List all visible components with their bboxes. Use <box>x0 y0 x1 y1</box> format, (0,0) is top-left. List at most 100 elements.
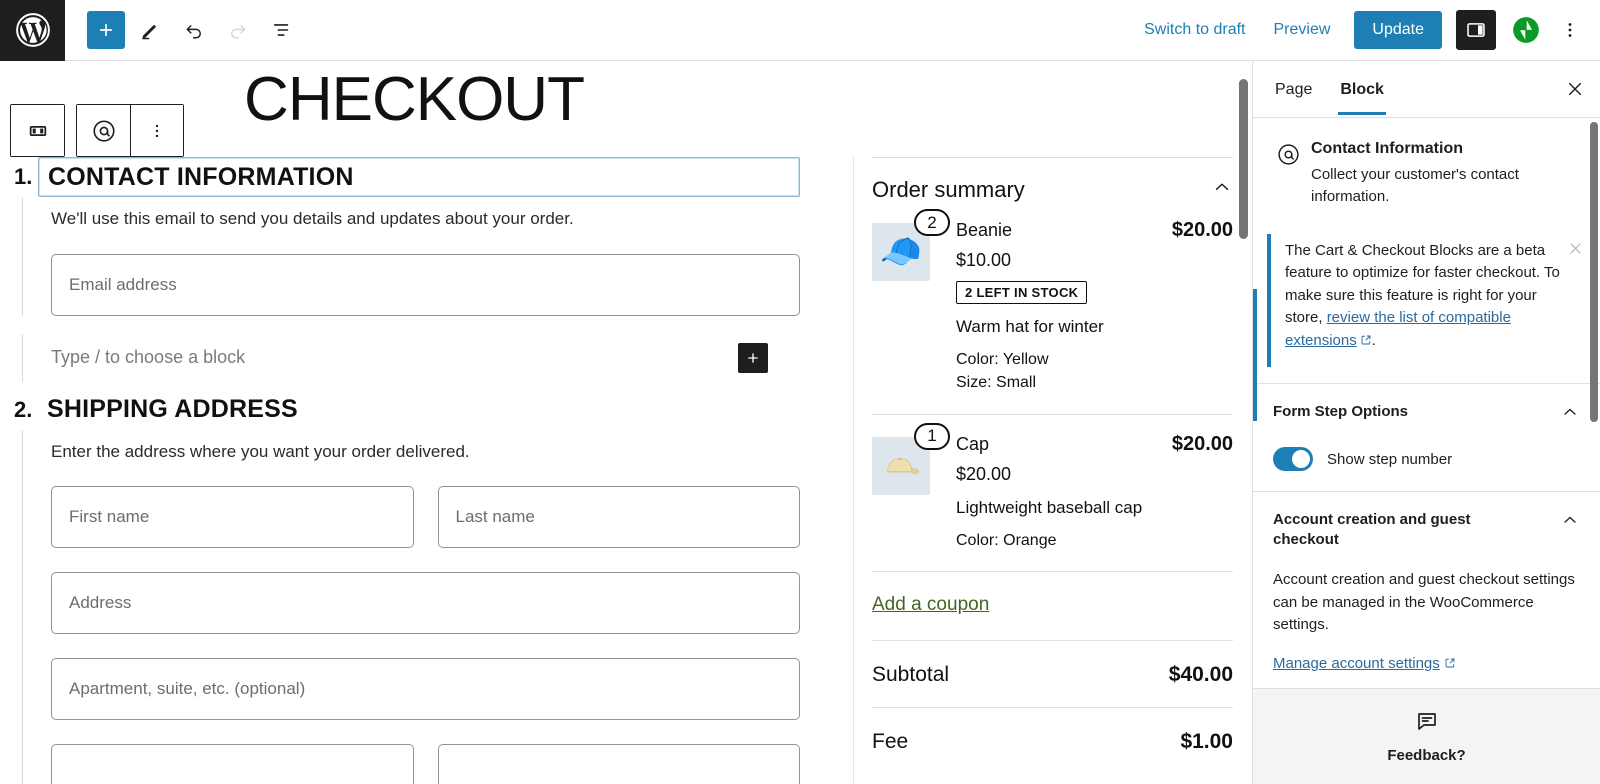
columns-block-icon[interactable] <box>11 105 64 156</box>
settings-sidebar: Page Block Contact Information Collect y… <box>1252 61 1600 784</box>
feedback-button[interactable]: Feedback? <box>1253 688 1600 784</box>
jetpack-logo-icon[interactable] <box>1512 16 1540 44</box>
update-button[interactable]: Update <box>1354 11 1442 49</box>
state-field[interactable] <box>438 744 801 784</box>
toggle-knob <box>1292 450 1310 468</box>
last-name-field[interactable]: Last name <box>438 486 801 548</box>
list-view-button[interactable] <box>263 11 301 49</box>
sidebar-tabs: Page Block <box>1253 61 1600 118</box>
city-state-field-row <box>51 744 800 784</box>
editor-top-bar: Switch to draft Preview Update <box>0 0 1600 61</box>
editor-canvas: CHECKOUT <box>0 61 1252 784</box>
top-bar-actions: Switch to draft Preview Update <box>1130 10 1600 50</box>
tab-block[interactable]: Block <box>1326 63 1398 115</box>
total-value: $40.00 <box>1169 663 1233 687</box>
chevron-up-icon[interactable] <box>1560 402 1580 427</box>
item-description: Warm hat for winter <box>956 315 1233 339</box>
block-options-icon[interactable] <box>130 105 183 156</box>
tab-page[interactable]: Page <box>1261 63 1326 115</box>
item-variations: Color: Orange <box>956 530 1233 552</box>
checkout-form-column: 1. CONTACT INFORMATION We'll use this em… <box>0 157 800 784</box>
show-step-number-label: Show step number <box>1313 451 1452 468</box>
item-quantity-badge: 1 <box>914 423 950 450</box>
sidebar-scrollbar[interactable] <box>1590 122 1598 422</box>
step-description: Enter the address where you want your or… <box>51 440 800 465</box>
panel-title: Form Step Options <box>1273 402 1408 422</box>
at-sign-icon[interactable] <box>77 105 130 156</box>
tools-edit-button[interactable] <box>131 11 169 49</box>
panel-header[interactable]: Form Step Options <box>1273 402 1580 427</box>
feedback-comment-icon <box>1415 709 1439 738</box>
wordpress-logo-icon[interactable] <box>0 0 65 61</box>
last-name-placeholder: Last name <box>456 507 535 527</box>
item-name[interactable]: Beanie <box>956 220 1172 241</box>
external-link-icon <box>1357 331 1372 354</box>
email-field[interactable]: Email address <box>51 254 800 316</box>
redo-button[interactable] <box>219 11 257 49</box>
apartment-placeholder: Apartment, suite, etc. (optional) <box>69 679 305 699</box>
block-appender-placeholder: Type / to choose a block <box>51 347 738 368</box>
address-field[interactable]: Address <box>51 572 800 634</box>
dismiss-notice-button[interactable] <box>1567 240 1584 262</box>
beta-notice-text: The Cart & Checkout Blocks are a beta fe… <box>1285 240 1578 354</box>
block-toolbar-parent-group <box>10 104 65 157</box>
order-summary-item: 1 Cap $20.00 $20.00 Lightweight b <box>872 415 1233 567</box>
at-sign-icon <box>1273 140 1303 208</box>
order-total-row-subtotal: Subtotal $40.00 <box>872 640 1233 707</box>
step-title-shipping-address[interactable]: SHIPPING ADDRESS <box>38 390 800 429</box>
canvas-scrollbar[interactable] <box>1239 79 1248 239</box>
total-label: Subtotal <box>872 663 949 687</box>
total-label: Fee <box>872 730 908 754</box>
order-summary-column: Order summary 2 🧢 Beanie $20.00 $10.00 <box>853 157 1251 784</box>
item-line-total: $20.00 <box>1172 219 1233 242</box>
chevron-up-icon[interactable] <box>1211 176 1233 203</box>
step-title-contact-information[interactable]: CONTACT INFORMATION <box>38 157 800 198</box>
first-name-placeholder: First name <box>69 507 149 527</box>
city-field[interactable] <box>51 744 414 784</box>
beta-feature-notice: The Cart & Checkout Blocks are a beta fe… <box>1267 234 1586 368</box>
item-name[interactable]: Cap <box>956 434 1172 455</box>
first-name-field[interactable]: First name <box>51 486 414 548</box>
item-unit-price: $10.00 <box>956 250 1233 271</box>
block-card-description: Collect your customer's contact informat… <box>1311 164 1580 208</box>
coupon-row: Add a coupon <box>872 572 1233 640</box>
total-value: $1.00 <box>1180 730 1233 754</box>
order-total-row-fee: Fee $1.00 <box>872 707 1233 774</box>
panel-account-creation: Account creation and guest checkout Acco… <box>1253 491 1600 688</box>
sidebar-scroll-area: Contact Information Collect your custome… <box>1253 118 1600 688</box>
panel-body-text: Account creation and guest checkout sett… <box>1273 569 1580 637</box>
step-body: We'll use this email to send you details… <box>22 197 800 316</box>
beta-notice-text-after: . <box>1372 332 1376 349</box>
more-options-button[interactable] <box>1554 11 1586 49</box>
apartment-field[interactable]: Apartment, suite, etc. (optional) <box>51 658 800 720</box>
item-unit-price: $20.00 <box>956 464 1233 485</box>
stock-badge: 2 LEFT IN STOCK <box>956 281 1087 304</box>
panel-title: Account creation and guest checkout <box>1273 510 1508 549</box>
show-step-number-row: Show step number <box>1273 447 1580 471</box>
item-description: Lightweight baseball cap <box>956 496 1233 520</box>
block-appender[interactable]: Type / to choose a block <box>22 334 800 382</box>
block-appender-plus-icon[interactable] <box>738 343 768 373</box>
block-inserter-button[interactable] <box>87 11 125 49</box>
preview-button[interactable]: Preview <box>1260 13 1345 47</box>
name-field-row: First name Last name <box>51 486 800 572</box>
order-summary-item: 2 🧢 Beanie $20.00 $10.00 2 LEFT IN STOCK… <box>872 209 1233 410</box>
manage-account-settings-link[interactable]: Manage account settings <box>1273 655 1456 673</box>
chevron-up-icon[interactable] <box>1560 510 1580 535</box>
show-step-number-toggle[interactable] <box>1273 447 1313 471</box>
block-toolbar <box>10 104 184 157</box>
add-coupon-link[interactable]: Add a coupon <box>872 594 989 615</box>
step-number: 1. <box>0 164 38 190</box>
feedback-label: Feedback? <box>1387 747 1465 764</box>
close-icon[interactable] <box>1556 70 1594 108</box>
block-card: Contact Information Collect your custome… <box>1253 118 1600 224</box>
panel-header[interactable]: Account creation and guest checkout <box>1273 510 1580 549</box>
block-toolbar-main-group <box>76 104 184 157</box>
step-number: 2. <box>0 397 38 423</box>
undo-button[interactable] <box>175 11 213 49</box>
item-line-total: $20.00 <box>1172 433 1233 456</box>
item-variation: Color: Orange <box>956 530 1233 552</box>
settings-sidebar-toggle-button[interactable] <box>1456 10 1496 50</box>
switch-to-draft-button[interactable]: Switch to draft <box>1130 13 1259 47</box>
order-summary-header[interactable]: Order summary <box>872 158 1233 209</box>
